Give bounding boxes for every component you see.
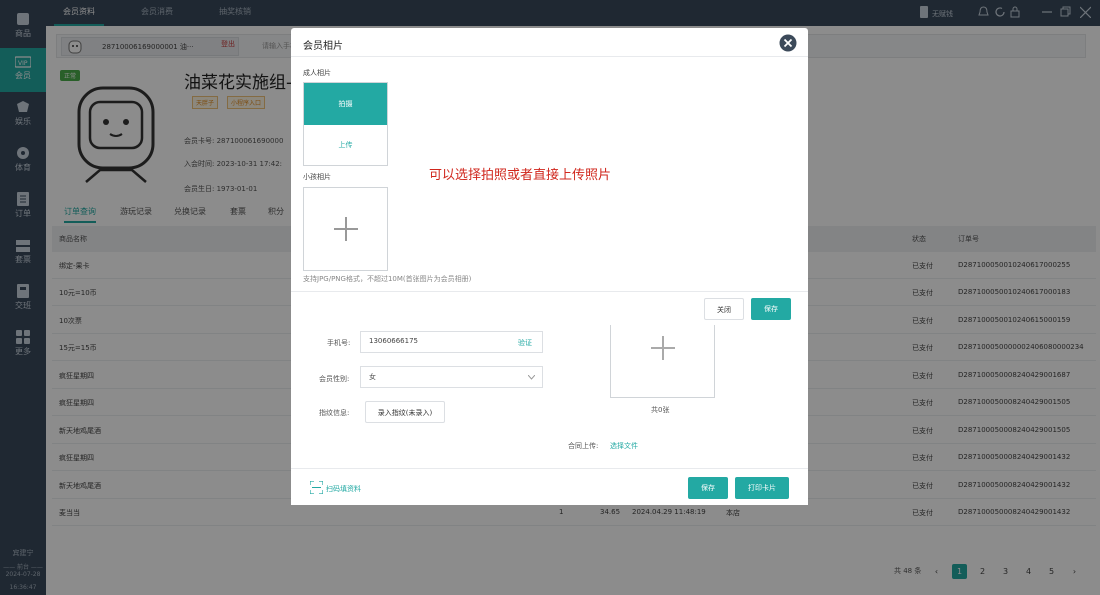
form-save-button[interactable]: 保存 [688,477,728,499]
child-photo-box[interactable] [303,187,388,271]
contract-label: 合同上传: [568,442,599,450]
shoot-button[interactable]: 拍摄 [304,83,387,125]
phone-label: 手机号: [327,339,351,347]
adult-photo-box: 拍摄 上传 [303,82,388,166]
photo-placeholder[interactable] [610,320,715,398]
verify-button[interactable]: 验证 [518,338,532,348]
form-divider [291,468,808,469]
scan-fill-link[interactable]: 扫码填资料 [326,484,361,494]
upload-button[interactable]: 上传 [304,125,387,165]
dialog-footer-divider [291,291,808,292]
upload-hint: 支持JPG/PNG格式，不超过10M(首张图片为会员相册) [303,275,472,283]
gender-select[interactable]: 女 [360,366,543,388]
child-photo-label: 小孩相片 [303,173,331,181]
dialog-header-divider [291,56,808,57]
phone-value: 13060666175 [369,337,418,345]
chevron-down-icon [528,375,535,380]
annotation-text: 可以选择拍照或者直接上传照片 [429,168,612,183]
dialog-save-button[interactable]: 保存 [751,298,791,320]
plus-icon [334,217,358,241]
plus-icon [651,336,675,360]
photo-count: 共0张 [651,406,670,414]
print-card-button[interactable]: 打印卡片 [735,477,789,499]
gender-value: 女 [369,373,376,381]
member-photo-dialog: 会员相片 成人相片 拍摄 上传 小孩相片 支持JPG/PNG格式，不超过10M(… [291,28,808,325]
phone-input[interactable]: 13060666175 [360,331,543,353]
scan-icon [310,481,323,494]
fingerprint-button[interactable]: 录入指纹(未录入) [365,401,445,423]
member-form-dialog: 手机号: 13060666175 验证 会员性别: 女 指纹信息: 录入指纹(未… [291,320,808,505]
close-icon[interactable] [779,34,797,52]
gender-label: 会员性别: [319,375,350,383]
adult-photo-label: 成人相片 [303,69,331,77]
contract-upload-link[interactable]: 选择文件 [610,441,638,451]
modal-overlay[interactable]: 手机号: 13060666175 验证 会员性别: 女 指纹信息: 录入指纹(未… [0,0,1100,595]
dialog-title: 会员相片 [303,41,343,52]
fingerprint-label: 指纹信息: [319,409,350,417]
dialog-close-button[interactable]: 关闭 [704,298,744,320]
